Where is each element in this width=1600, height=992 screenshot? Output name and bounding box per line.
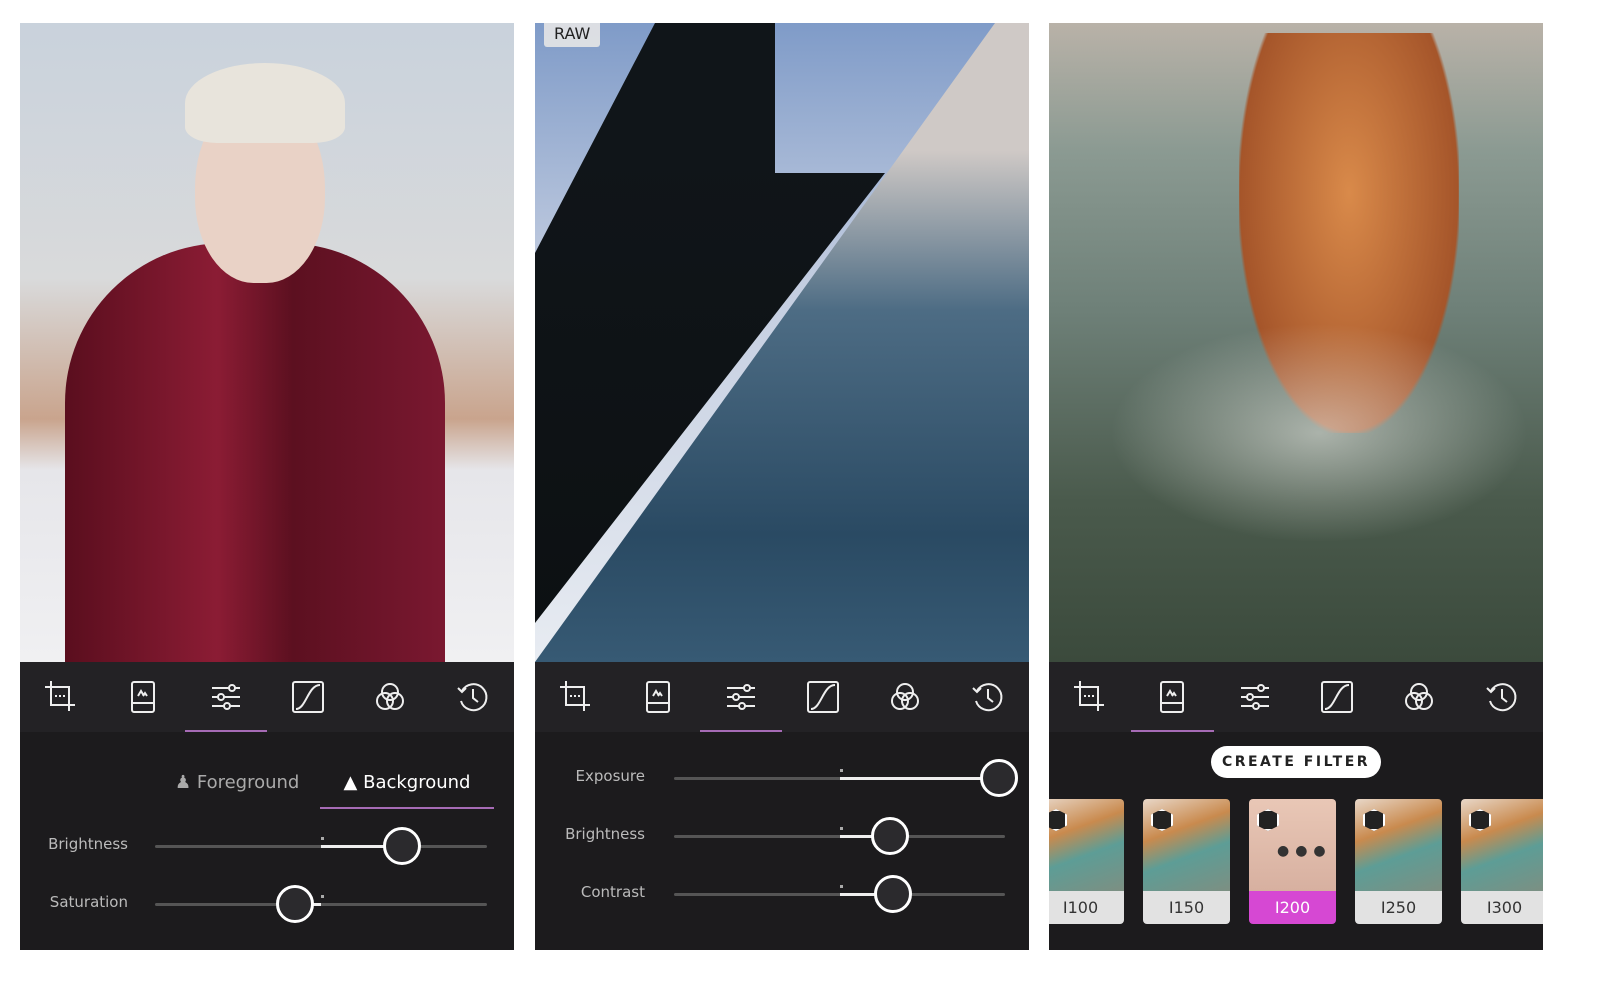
slider-center-mark xyxy=(321,895,324,898)
tool-filter[interactable] xyxy=(617,662,699,732)
tool-history[interactable] xyxy=(1461,662,1543,732)
slider-center-mark xyxy=(839,885,843,888)
segment-foreground[interactable]: ♟ Foreground xyxy=(175,772,299,807)
filter-icon xyxy=(646,681,671,713)
filter-item[interactable]: ●●● I200 xyxy=(1249,799,1336,924)
slider-label: Saturation xyxy=(49,893,128,911)
crop-icon xyxy=(45,681,76,711)
color-mix-icon xyxy=(1405,683,1434,710)
slider-knob[interactable] xyxy=(874,875,913,913)
slider-brightness[interactable] xyxy=(155,827,487,865)
history-icon xyxy=(972,683,1003,712)
splash xyxy=(1109,323,1529,543)
filter-name: I200 xyxy=(1249,891,1336,924)
editor-screen-raw: RAW Exposure Brightness Contrast xyxy=(535,23,1029,950)
slider-label: Contrast xyxy=(580,883,645,901)
slider-knob[interactable] xyxy=(382,827,421,865)
tool-history[interactable] xyxy=(432,662,514,732)
slider-exposure[interactable] xyxy=(674,759,1019,797)
photo-preview xyxy=(1049,23,1543,662)
tool-history[interactable] xyxy=(947,662,1029,732)
history-icon xyxy=(1486,683,1517,712)
crop-icon xyxy=(560,681,591,711)
slider-label: Exposure xyxy=(575,767,645,785)
tool-filter[interactable] xyxy=(102,662,184,732)
photo-preview: RAW xyxy=(535,23,1029,662)
tool-curves[interactable] xyxy=(782,662,864,732)
filter-item[interactable]: I250 xyxy=(1355,799,1442,924)
slider-knob[interactable] xyxy=(871,817,910,855)
filter-item[interactable]: I100 xyxy=(1049,799,1124,924)
tool-crop[interactable] xyxy=(1049,662,1131,732)
subject-jacket xyxy=(65,243,445,662)
curves-icon xyxy=(1321,681,1354,713)
curves-icon xyxy=(292,681,325,713)
tool-color-mix[interactable] xyxy=(349,662,431,732)
tool-curves[interactable] xyxy=(267,662,349,732)
subject-hair xyxy=(185,63,345,143)
history-icon xyxy=(457,683,488,712)
filter-name: I100 xyxy=(1049,891,1124,924)
color-mix-icon xyxy=(376,683,405,710)
more-options-icon[interactable]: ●●● xyxy=(1277,843,1332,859)
tool-crop[interactable] xyxy=(20,662,102,732)
filter-name: I300 xyxy=(1461,891,1543,924)
tool-adjust-sliders[interactable] xyxy=(184,662,268,732)
curves-icon xyxy=(807,681,840,713)
tool-bar xyxy=(535,662,1029,732)
tool-filter[interactable] xyxy=(1131,662,1214,732)
filter-item[interactable]: I150 xyxy=(1143,799,1230,924)
filter-strip[interactable]: I100 I150 ●●● I200 I250 I300 xyxy=(1049,799,1543,924)
slider-center-mark xyxy=(839,769,843,772)
color-mix-icon xyxy=(891,683,920,710)
slider-label: Brightness xyxy=(48,835,128,853)
tool-curves[interactable] xyxy=(1296,662,1378,732)
crop-icon xyxy=(1074,681,1105,711)
adjust-sliders-icon xyxy=(1240,684,1269,710)
editor-screen-filters: CREATE FILTER I100 I150 ●●● I200 I250 I300 xyxy=(1049,23,1543,950)
tool-bar xyxy=(20,662,514,732)
slider-label: Brightness xyxy=(565,825,645,843)
slider-brightness[interactable] xyxy=(674,817,1005,855)
tool-crop[interactable] xyxy=(535,662,617,732)
raw-badge: RAW xyxy=(544,23,601,47)
tool-color-mix[interactable] xyxy=(864,662,946,732)
tool-color-mix[interactable] xyxy=(1378,662,1460,732)
adjust-sliders-icon xyxy=(211,684,240,710)
person-icon: ♟ xyxy=(175,772,197,793)
slider-center-mark xyxy=(839,827,843,830)
filter-name: I150 xyxy=(1143,891,1230,924)
tool-adjust-sliders[interactable] xyxy=(1214,662,1296,732)
slider-fill xyxy=(839,777,999,780)
slider-contrast[interactable] xyxy=(674,875,1005,913)
tool-bar xyxy=(1049,662,1543,732)
adjust-sliders-icon xyxy=(726,684,755,710)
filter-icon xyxy=(131,681,156,713)
segment-background[interactable]: ▲ Background xyxy=(320,772,494,809)
filter-item[interactable]: I300 xyxy=(1461,799,1543,924)
adjust-controls: ♟ Foreground ▲ Background Brightness Satu… xyxy=(20,732,514,950)
mountain-icon: ▲ xyxy=(343,772,364,793)
slider-center-mark xyxy=(321,837,324,840)
filter-icon xyxy=(1160,681,1185,713)
filter-name: I250 xyxy=(1355,891,1442,924)
filter-controls: CREATE FILTER I100 I150 ●●● I200 I250 I300 xyxy=(1049,732,1543,950)
photo-preview xyxy=(20,23,514,662)
slider-knob[interactable] xyxy=(276,885,315,923)
adjust-controls: Exposure Brightness Contrast xyxy=(535,732,1029,950)
slider-saturation[interactable] xyxy=(155,885,487,923)
create-filter-button[interactable]: CREATE FILTER xyxy=(1211,746,1381,778)
slider-knob[interactable] xyxy=(980,759,1019,797)
tool-adjust-sliders[interactable] xyxy=(699,662,783,732)
editor-screen-portrait: ♟ Foreground ▲ Background Brightness Satu… xyxy=(20,23,514,950)
